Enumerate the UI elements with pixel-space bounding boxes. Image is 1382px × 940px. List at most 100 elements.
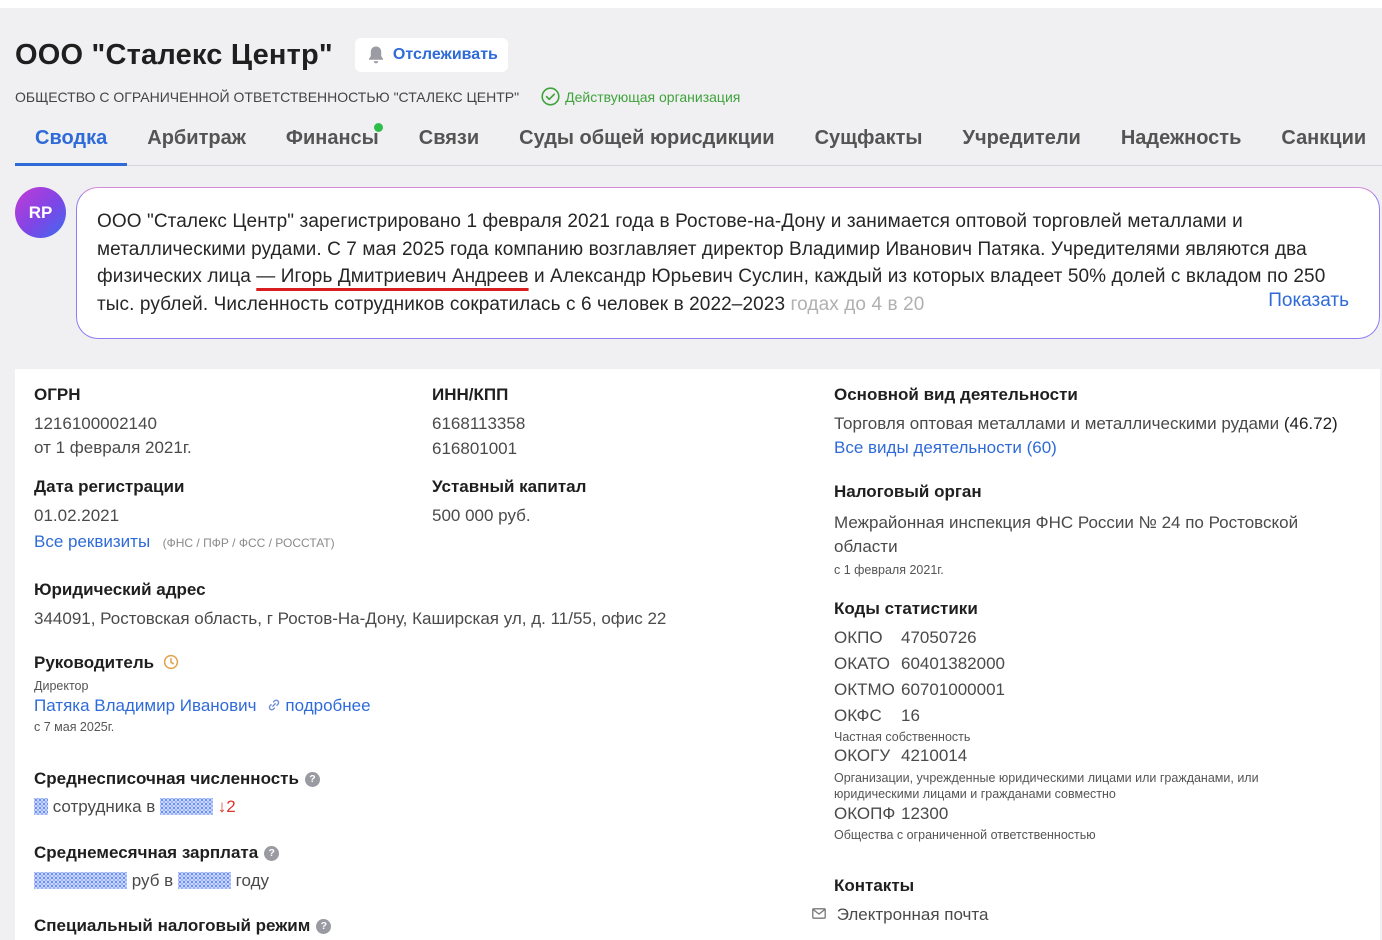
company-full-name: ОБЩЕСТВО С ОГРАНИЧЕННОЙ ОТВЕТСТВЕННОСТЬЮ… <box>15 88 520 105</box>
reg-date-label: Дата регистрации <box>34 477 185 496</box>
oktmo-row: ОКТМО 60701000001 <box>834 680 1354 700</box>
reg-date-block: Дата регистрации 01.02.2021 Все реквизит… <box>34 477 335 552</box>
address-block: Юридический адрес 344091, Ростовская обл… <box>34 580 666 629</box>
contacts-block: Контакты Электронная почта <box>812 876 1354 925</box>
tax-regime-block: Специальный налоговый режим? <box>34 916 332 936</box>
all-requisites-link[interactable]: Все реквизиты <box>34 532 150 551</box>
capital-value: 500 000 руб. <box>432 506 531 525</box>
tax-regime-label: Специальный налоговый режим <box>34 916 311 935</box>
okfs-description: Частная собственность <box>834 730 971 744</box>
tab-links[interactable]: Связи <box>399 117 499 166</box>
tab-general-courts[interactable]: Суды общей юрисдикции <box>499 117 794 166</box>
headcount-block: Среднесписочная численность? сотрудника … <box>34 769 320 817</box>
tab-material-facts[interactable]: Сущфакты <box>795 117 943 166</box>
tab-arbitration[interactable]: Арбитраж <box>127 117 266 166</box>
salary-text-b: году <box>235 871 269 890</box>
tax-office-label: Налоговый орган <box>834 482 982 501</box>
summary-text: ООО "Сталекс Центр" зарегистрировано 1 ф… <box>97 208 1337 318</box>
okpo-key: ОКПО <box>834 628 883 647</box>
okpo-row: ОКПО 47050726 <box>834 628 1354 648</box>
director-name-row: Патяка Владимир Иванович подробнее <box>34 696 371 716</box>
okogu-value: 4210014 <box>901 746 968 765</box>
summary-faded-text: годах до 4 в 20 <box>790 293 925 315</box>
email-label: Электронная почта <box>836 905 989 924</box>
okato-row: ОКАТО 60401382000 <box>834 654 1354 674</box>
tab-finance[interactable]: Финансы <box>266 117 399 166</box>
tax-office-since: с 1 февраля 2021г. <box>834 563 944 577</box>
clock-icon[interactable] <box>163 654 179 670</box>
inn-value: 6168113358 <box>432 414 526 433</box>
tax-office-value: Межрайонная инспекция ФНС России № 24 по… <box>834 513 1299 556</box>
headcount-text: сотрудника в <box>52 797 156 816</box>
activity-label: Основной вид деятельности <box>834 385 1078 404</box>
follow-button[interactable]: Отслеживать <box>354 38 508 72</box>
mail-icon <box>812 908 826 919</box>
all-requisites-row: Все реквизиты (ФНС / ПФР / ФСС / РОССТАТ… <box>34 532 335 552</box>
capital-label: Уставный капитал <box>432 477 587 496</box>
tab-sanctions[interactable]: Санкции <box>1261 117 1382 166</box>
help-icon[interactable]: ? <box>264 846 280 861</box>
director-since: с 7 мая 2025г. <box>34 720 115 734</box>
tab-summary[interactable]: Сводка <box>15 117 128 166</box>
inn-label: ИНН/КПП <box>432 385 509 404</box>
activity-block: Основной вид деятельности Торговля оптов… <box>834 385 1374 458</box>
capital-block: Уставный капитал 500 000 руб. <box>432 477 586 526</box>
address-value: 344091, Ростовская область, г Ростов-На-… <box>34 609 667 628</box>
stat-codes-label: Коды статистики <box>834 599 978 618</box>
salary-block: Среднемесячная зарплата? руб в году <box>34 843 280 891</box>
activity-row: Торговля оптовая металлами и металлическ… <box>834 414 1374 434</box>
status-badge: Действующая организация <box>541 87 740 106</box>
okfs-key: ОКФС <box>834 706 882 725</box>
tab-founders[interactable]: Учредители <box>943 117 1101 166</box>
blurred-value[interactable] <box>34 798 48 815</box>
ogrn-label: ОГРН <box>34 385 81 404</box>
director-label-row: Руководитель <box>34 653 371 673</box>
tab-finance-label: Финансы <box>285 127 379 149</box>
check-circle-icon <box>541 87 560 106</box>
director-more-link[interactable]: подробнее <box>267 696 371 715</box>
ai-summary-card: ООО "Сталекс Центр" зарегистрировано 1 ф… <box>76 187 1380 339</box>
inn-block: ИНН/КПП 6168113358 616801001 <box>432 385 525 459</box>
okopf-row: ОКОПФ 12300 <box>834 804 1354 824</box>
director-name-link[interactable]: Патяка Владимир Иванович <box>34 696 257 715</box>
okopf-description: Общества с ограниченной ответственностью <box>834 828 1096 842</box>
status-text: Действующая организация <box>565 88 741 105</box>
headcount-label-row: Среднесписочная численность? <box>34 769 320 789</box>
contacts-label: Контакты <box>834 876 915 895</box>
blurred-year[interactable] <box>177 872 231 889</box>
salary-value-row: руб в году <box>34 871 279 891</box>
salary-label: Среднемесячная зарплата <box>34 843 259 862</box>
director-block: Руководитель Директор Патяка Владимир Ив… <box>34 653 371 734</box>
salary-text-a: руб в <box>131 871 174 890</box>
ai-avatar: RP <box>15 187 66 238</box>
top-strip <box>0 0 1382 8</box>
blurred-year[interactable] <box>160 798 214 815</box>
okfs-value: 16 <box>901 706 920 725</box>
oktmo-key: ОКТМО <box>834 680 895 699</box>
help-icon[interactable]: ? <box>316 919 332 934</box>
oktmo-value: 60701000001 <box>901 680 1006 699</box>
okfs-row: ОКФС 16 <box>834 706 1354 726</box>
director-label: Руководитель <box>34 653 155 672</box>
headcount-value-row: сотрудника в ↓2 <box>34 797 320 817</box>
okpo-value: 47050726 <box>901 628 977 647</box>
tabs: Сводка Арбитраж Финансы Связи Суды общей… <box>15 117 1382 166</box>
ogrn-block: ОГРН 1216100002140 от 1 февраля 2021г. <box>34 385 192 458</box>
all-activities-link[interactable]: Все виды деятельности (60) <box>834 438 1374 458</box>
blurred-salary[interactable] <box>34 872 127 889</box>
headcount-label: Среднесписочная численность <box>34 769 299 788</box>
address-label: Юридический адрес <box>34 580 206 599</box>
company-subtitle: ОБЩЕСТВО С ОГРАНИЧЕННОЙ ОТВЕТСТВЕННОСТЬЮ… <box>15 87 740 106</box>
activity-value: Торговля оптовая металлами и металлическ… <box>834 414 1280 433</box>
show-more-button[interactable]: Показать <box>1254 290 1349 312</box>
ogrn-value: 1216100002140 <box>34 414 157 433</box>
new-indicator-dot <box>373 123 383 132</box>
director-role: Директор <box>34 679 89 693</box>
okogu-description: Организации, учрежденные юридическими ли… <box>834 771 1259 801</box>
activity-code: (46.72) <box>1283 414 1338 433</box>
okopf-key: ОКОПФ <box>834 804 896 823</box>
help-icon[interactable]: ? <box>304 772 320 787</box>
link-icon <box>268 699 280 711</box>
okato-key: ОКАТО <box>834 654 890 673</box>
tab-reliability[interactable]: Надежность <box>1101 117 1262 166</box>
